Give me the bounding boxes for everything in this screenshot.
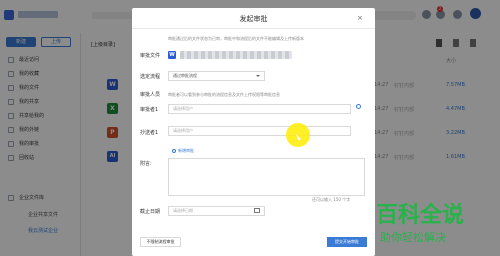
watermark-subtitle: 助你轻松解决 xyxy=(380,231,446,244)
cc1-label: 抄送者1 xyxy=(140,130,159,136)
calendar-icon[interactable] xyxy=(254,208,260,213)
chevron-down-icon xyxy=(256,75,260,77)
deadline-input[interactable]: 请选择日期 xyxy=(168,206,265,216)
process-label: 选定流程 xyxy=(140,74,161,80)
note-textarea[interactable] xyxy=(168,158,365,196)
char-counter: 还可以输入 150 个字 xyxy=(312,197,351,202)
file-label: 审批文件 xyxy=(140,53,161,59)
note-label: 附言: xyxy=(140,161,152,167)
add-approver-button[interactable]: 新增审批 xyxy=(172,148,194,154)
approver1-input[interactable]: 请选择用户 xyxy=(168,104,351,114)
divider xyxy=(132,28,375,29)
word-file-icon: W xyxy=(168,51,176,59)
approvers-label: 审批人员 xyxy=(140,92,161,98)
plus-circle-icon xyxy=(172,149,176,153)
submit-approval-button[interactable]: 提交开始审批 xyxy=(327,237,367,247)
approver1-label: 审批者1 xyxy=(140,107,159,113)
file-name-blurred xyxy=(180,51,292,59)
cc1-input[interactable]: 请选择用户 xyxy=(168,126,351,136)
add-user-icon[interactable] xyxy=(356,104,361,109)
watermark-title: 百科全说 xyxy=(376,203,465,228)
approvers-hint: 审批者可以看到参与审批的流程信息及文件上传权限等审批信息 xyxy=(168,92,280,97)
deadline-label: 截止日期 xyxy=(140,209,161,215)
approval-dialog: 发起审批 × 审批通过后的文件状态为已审，审批中和流程后的文件不能编辑及上传新版… xyxy=(132,8,375,256)
watermark: 百科全说 助你轻松解决 xyxy=(376,197,496,247)
process-select[interactable]: 通过审批流程 xyxy=(168,71,265,81)
unrestricted-approval-button[interactable]: 不限制流程审批 xyxy=(140,237,181,247)
close-icon[interactable]: × xyxy=(357,14,363,22)
dialog-title: 发起审批 xyxy=(239,15,268,23)
top-hint-text: 审批通过后的文件状态为已审，审批中和流程后的文件不能编辑及上传新版本 xyxy=(168,36,304,41)
